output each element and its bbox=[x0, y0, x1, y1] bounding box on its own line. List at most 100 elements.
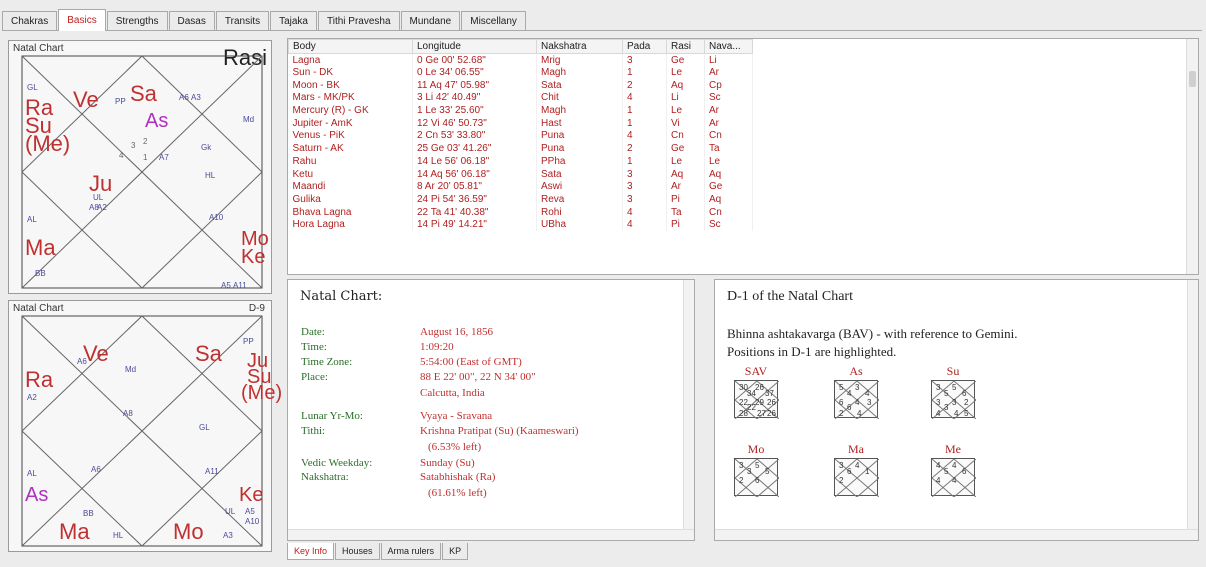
table-cell: 3 bbox=[622, 193, 667, 206]
col-pada[interactable]: Pada bbox=[622, 39, 667, 54]
table-cell: 14 Aq 56' 06.18" bbox=[412, 167, 537, 181]
tab-arma-rulers[interactable]: Arma rulers bbox=[380, 543, 442, 560]
table-scrollbar[interactable] bbox=[1186, 39, 1198, 274]
table-row[interactable]: Rahu 14 Le 56' 06.18" PPha 1 Le Le bbox=[288, 155, 753, 168]
info-hscrollbar[interactable] bbox=[288, 529, 694, 540]
tab-kp[interactable]: KP bbox=[442, 543, 469, 560]
table-row[interactable]: Gulika 24 Pi 54' 36.59" Reva 3 Pi Aq bbox=[288, 193, 753, 206]
table-cell: 1 bbox=[622, 104, 667, 117]
d9-chart-title: Natal Chart bbox=[13, 303, 64, 314]
table-cell: Puna bbox=[536, 142, 623, 155]
label-gl: GL bbox=[27, 83, 38, 92]
bav-chart-title: Ma bbox=[848, 442, 864, 456]
label-pp: PP bbox=[243, 337, 254, 346]
table-cell: Reva bbox=[536, 193, 623, 206]
planet-sa: Sa bbox=[130, 81, 157, 106]
info-vscrollbar[interactable] bbox=[683, 280, 694, 529]
table-cell: 8 Ar 20' 05.81" bbox=[412, 180, 537, 194]
table-cell: Le bbox=[666, 66, 705, 79]
tab-houses[interactable]: Houses bbox=[335, 543, 380, 560]
table-row[interactable]: Venus - PiK 2 Cn 53' 33.80" Puna 4 Cn Cn bbox=[288, 129, 753, 143]
info-label: Tithi: bbox=[301, 425, 326, 437]
bav-number: 6 bbox=[962, 389, 967, 398]
bav-number: 4 bbox=[936, 476, 941, 485]
label-bb: BB bbox=[35, 269, 46, 278]
d9-chart-panel[interactable]: Natal Chart D-9 Ve Sa Ra Ju Su (Me) As K… bbox=[8, 300, 282, 552]
info-label: Vedic Weekday: bbox=[301, 457, 373, 469]
table-cell: Bhava Lagna bbox=[288, 205, 413, 219]
bav-number: 2 bbox=[839, 409, 844, 418]
bav-chart: 454644 bbox=[931, 458, 976, 497]
col-nakshatra[interactable]: Nakshatra bbox=[536, 39, 623, 54]
tab-tajaka[interactable]: Tajaka bbox=[270, 11, 317, 30]
tab-transits[interactable]: Transits bbox=[215, 11, 270, 30]
table-row[interactable]: Mars - MK/PK 3 Li 42' 40.49" Chit 4 Li Sc bbox=[288, 91, 753, 105]
table-row[interactable]: Saturn - AK 25 Ge 03' 41.26" Puna 2 Ge Ta bbox=[288, 142, 753, 155]
table-row[interactable]: Lagna 0 Ge 00' 52.68" Mrig 3 Ge Li bbox=[288, 53, 753, 67]
label-ul: UL bbox=[93, 193, 104, 202]
bav-hscrollbar[interactable] bbox=[715, 529, 1198, 540]
label-gk: Gk bbox=[201, 143, 212, 152]
info-value: (61.61% left) bbox=[428, 487, 487, 499]
tab-strengths[interactable]: Strengths bbox=[106, 11, 168, 30]
tab-mundane[interactable]: Mundane bbox=[400, 11, 461, 30]
table-cell: 0 Ge 00' 52.68" bbox=[412, 53, 537, 67]
scroll-thumb[interactable] bbox=[1189, 71, 1196, 87]
table-row[interactable]: Ketu 14 Aq 56' 06.18" Sata 3 Aq Aq bbox=[288, 167, 753, 181]
table-cell: Sc bbox=[704, 218, 753, 232]
table-cell: Li bbox=[704, 53, 753, 67]
col-body[interactable]: Body bbox=[288, 39, 413, 54]
table-cell: UBha bbox=[536, 218, 623, 232]
table-row[interactable]: Mercury (R) - GK 1 Le 33' 25.60" Magh 1 Le Ar bbox=[288, 104, 753, 117]
bav-number: 3 bbox=[747, 467, 752, 476]
bav-chart-title: SAV bbox=[744, 364, 768, 378]
table-row[interactable]: Hora Lagna 14 Pi 49' 14.21" UBha 4 Pi Sc bbox=[288, 218, 753, 232]
bav-vscrollbar[interactable] bbox=[1187, 280, 1198, 529]
col-longitude[interactable]: Longitude bbox=[412, 39, 537, 54]
col-rasi[interactable]: Rasi bbox=[666, 39, 705, 54]
table-cell: Aq bbox=[666, 78, 705, 92]
col-navamsa[interactable]: Nava... bbox=[704, 39, 753, 54]
table-cell: Venus - PiK bbox=[288, 129, 413, 143]
planet-positions-table[interactable]: Body Longitude Nakshatra Pada Rasi Nava.… bbox=[287, 38, 1199, 275]
tab-chakras[interactable]: Chakras bbox=[2, 11, 58, 30]
bav-number: 5 bbox=[765, 467, 770, 476]
info-label: Time: bbox=[301, 341, 327, 353]
tab-dasas[interactable]: Dasas bbox=[168, 11, 215, 30]
table-row[interactable]: Bhava Lagna 22 Ta 41' 40.38" Rohi 4 Ta Cn bbox=[288, 205, 753, 219]
table-cell: 4 bbox=[622, 218, 667, 232]
bav-number: 6 bbox=[847, 467, 852, 476]
table-cell: Mrig bbox=[536, 53, 623, 67]
table-cell: 14 Le 56' 06.18" bbox=[412, 155, 537, 168]
bav-panel[interactable]: D-1 of the Natal Chart Bhinna ashtakavar… bbox=[714, 279, 1199, 541]
label-a2: A2 bbox=[97, 203, 107, 212]
bav-number: 26 bbox=[755, 383, 764, 392]
bav-number: 3 bbox=[867, 398, 872, 407]
table-cell: Aq bbox=[666, 167, 705, 181]
bav-description: Bhinna ashtakavarga (BAV) - with referen… bbox=[727, 326, 1018, 341]
tab-basics[interactable]: Basics bbox=[58, 9, 106, 31]
table-row[interactable]: Sun - DK 0 Le 34' 06.55" Magh 1 Le Ar bbox=[288, 66, 753, 79]
table-cell: Puna bbox=[536, 129, 623, 143]
table-row[interactable]: Moon - BK 11 Aq 47' 05.98" Sata 2 Aq Cp bbox=[288, 78, 753, 92]
rasi-chart-panel[interactable]: Natal Chart Rasi Ve Sa As Ra Su (Me) Ju … bbox=[8, 40, 272, 294]
tab-miscellany[interactable]: Miscellany bbox=[461, 11, 526, 30]
table-cell: Gulika bbox=[288, 193, 413, 206]
table-row[interactable]: Maandi 8 Ar 20' 05.81" Aswi 3 Ar Ge bbox=[288, 180, 753, 194]
table-cell: Sc bbox=[704, 91, 753, 105]
table-cell: 25 Ge 03' 41.26" bbox=[412, 142, 537, 155]
natal-info-panel[interactable]: Natal Chart: Date: August 16, 1856 Time: 1:… bbox=[287, 279, 695, 541]
table-row[interactable]: Jupiter - AmK 12 Vi 46' 50.73" Hast 1 Vi Ar bbox=[288, 116, 753, 130]
bav-number: 3 bbox=[936, 383, 941, 392]
bav-number: 5 bbox=[964, 409, 969, 418]
label-hl: HL bbox=[113, 531, 124, 540]
bav-number: 3 bbox=[936, 398, 941, 407]
label-a10: A10 bbox=[245, 517, 260, 526]
table-cell: Mercury (R) - GK bbox=[288, 104, 413, 117]
tab-key-info[interactable]: Key Info bbox=[287, 543, 335, 560]
bav-number: 4 bbox=[855, 461, 860, 470]
bav-chart-title: Mo bbox=[747, 442, 765, 456]
table-cell: 2 bbox=[622, 78, 667, 92]
tab-tithi-pravesha[interactable]: Tithi Pravesha bbox=[317, 11, 400, 30]
table-cell: Lagna bbox=[288, 53, 413, 67]
